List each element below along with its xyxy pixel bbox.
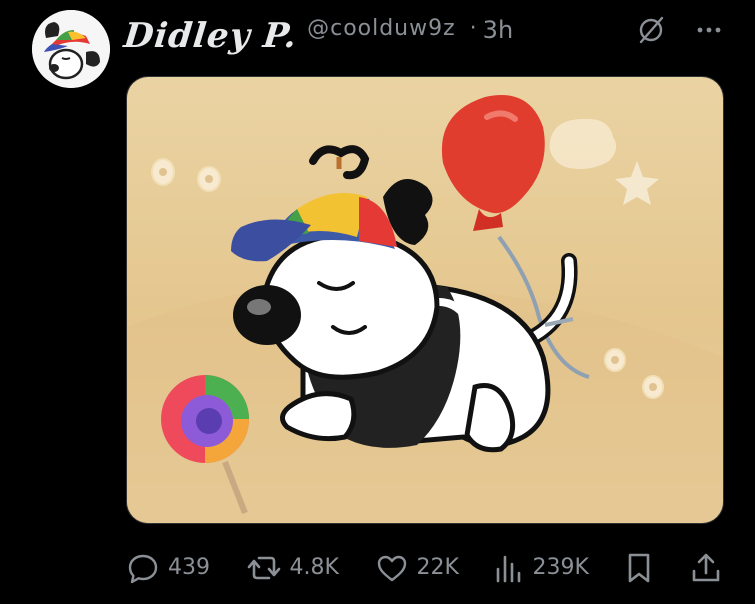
share-button[interactable] <box>690 551 722 585</box>
display-name[interactable]: Didley P. <box>122 16 299 56</box>
views-button[interactable]: 239K <box>494 551 589 585</box>
grok-button[interactable] <box>635 14 667 46</box>
heart-icon <box>377 555 406 582</box>
repost-button[interactable]: 4.8K <box>246 551 339 585</box>
tweet-card: Didley P. @coolduw9z · 3h 439 4.8K 22K 2… <box>0 0 755 604</box>
view-count: 239K <box>532 555 589 580</box>
separator-dot: · <box>469 16 477 41</box>
like-button[interactable]: 22K <box>375 551 459 585</box>
tweet-header: Didley P. @coolduw9z · 3h <box>122 8 513 64</box>
like-count: 22K <box>416 555 459 580</box>
bookmark-button[interactable] <box>624 551 654 585</box>
more-horizontal-icon <box>697 27 721 33</box>
tweet-image[interactable] <box>126 76 724 524</box>
reply-button[interactable]: 439 <box>126 551 210 585</box>
bookmark-icon <box>629 553 650 583</box>
dog-illustration <box>127 77 723 523</box>
user-handle[interactable]: @coolduw9z <box>307 16 456 41</box>
share-icon <box>692 553 720 582</box>
avatar-dog-icon <box>32 10 110 88</box>
slash-circle-icon <box>639 16 664 44</box>
analytics-icon <box>497 555 521 583</box>
repost-icon <box>247 556 280 580</box>
reply-count: 439 <box>168 555 210 580</box>
timestamp[interactable]: 3h <box>483 16 513 44</box>
more-options-button[interactable] <box>693 14 725 46</box>
avatar[interactable] <box>32 10 110 88</box>
repost-count: 4.8K <box>289 555 339 580</box>
reply-icon <box>128 554 158 584</box>
top-actions <box>635 14 725 46</box>
engagement-bar: 439 4.8K 22K 239K <box>126 546 722 590</box>
